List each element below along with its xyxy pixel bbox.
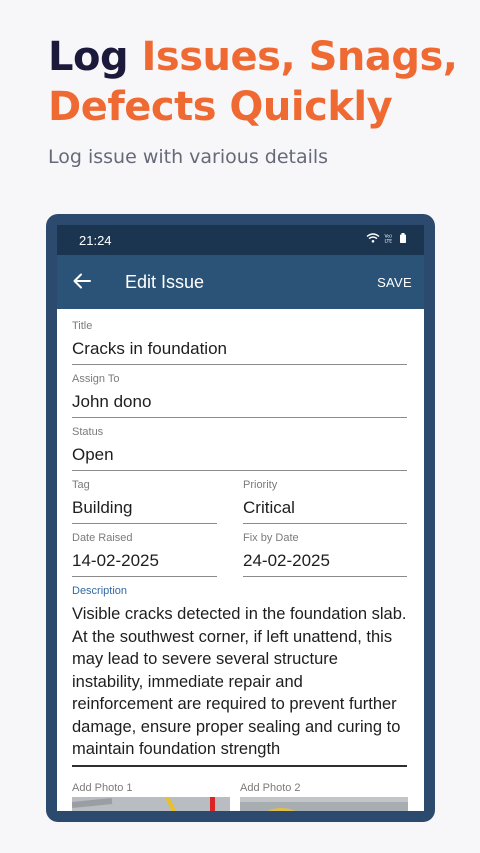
priority-field[interactable]: Priority Critical	[243, 479, 407, 524]
volte-lte-icon: Vo) LTE	[385, 234, 393, 243]
app-bar: Edit Issue SAVE	[57, 255, 424, 309]
assign-to-label: Assign To	[72, 373, 120, 385]
date-raised-input[interactable]: 14-02-2025	[72, 551, 217, 577]
photo-1-thumbnail[interactable]	[72, 797, 230, 811]
fix-by-date-input[interactable]: 24-02-2025	[243, 551, 407, 577]
tag-input[interactable]: Building	[72, 498, 217, 524]
tag-field[interactable]: Tag Building	[72, 479, 217, 524]
hero-title-dark: Log	[48, 34, 129, 80]
device-frame: 21:24 Vo) LTE Edit Issue SAVE Title Crac…	[46, 214, 435, 822]
description-textarea[interactable]: Visible cracks detected in the foundatio…	[72, 603, 407, 767]
title-label: Title	[72, 320, 93, 332]
add-photo-2-label: Add Photo 2	[240, 782, 301, 794]
photo-2-image	[240, 797, 408, 811]
phone-screen: 21:24 Vo) LTE Edit Issue SAVE Title Crac…	[57, 225, 424, 811]
title-field[interactable]: Title Cracks in foundation	[72, 320, 407, 365]
fix-by-date-field[interactable]: Fix by Date 24-02-2025	[243, 532, 407, 577]
tag-label: Tag	[72, 479, 90, 491]
status-time: 21:24	[79, 233, 112, 248]
priority-label: Priority	[243, 479, 278, 491]
status-bar: 21:24 Vo) LTE	[57, 225, 424, 255]
hero-subtitle: Log issue with various details	[48, 146, 329, 168]
hero-title: Log Issues, Snags, Defects Quickly	[48, 32, 458, 132]
photo-2-thumbnail[interactable]	[240, 797, 408, 811]
status-icons: Vo) LTE	[366, 233, 406, 243]
hero-title-accent-line2: Defects Quickly	[48, 84, 393, 130]
description-field[interactable]: Description Visible cracks detected in t…	[72, 585, 407, 767]
status-input[interactable]: Open	[72, 445, 407, 471]
save-button[interactable]: SAVE	[377, 275, 412, 290]
status-label: Status	[72, 426, 104, 438]
battery-icon	[400, 233, 406, 243]
status-field[interactable]: Status Open	[72, 426, 407, 471]
title-input[interactable]: Cracks in foundation	[72, 339, 407, 365]
svg-text:LTE: LTE	[385, 239, 393, 243]
back-arrow-icon[interactable]	[73, 268, 91, 296]
hero-title-accent-line1: Issues, Snags,	[141, 34, 458, 80]
assign-to-field[interactable]: Assign To John dono	[72, 373, 407, 418]
priority-input[interactable]: Critical	[243, 498, 407, 524]
fix-by-date-label: Fix by Date	[243, 532, 299, 544]
photo-1-image	[72, 797, 230, 811]
add-photo-1-label: Add Photo 1	[72, 782, 133, 794]
date-raised-label: Date Raised	[72, 532, 133, 544]
wifi-icon	[366, 233, 380, 243]
date-raised-field[interactable]: Date Raised 14-02-2025	[72, 532, 217, 577]
page-title: Edit Issue	[125, 272, 205, 292]
description-label: Description	[72, 585, 128, 597]
assign-to-input[interactable]: John dono	[72, 392, 407, 418]
